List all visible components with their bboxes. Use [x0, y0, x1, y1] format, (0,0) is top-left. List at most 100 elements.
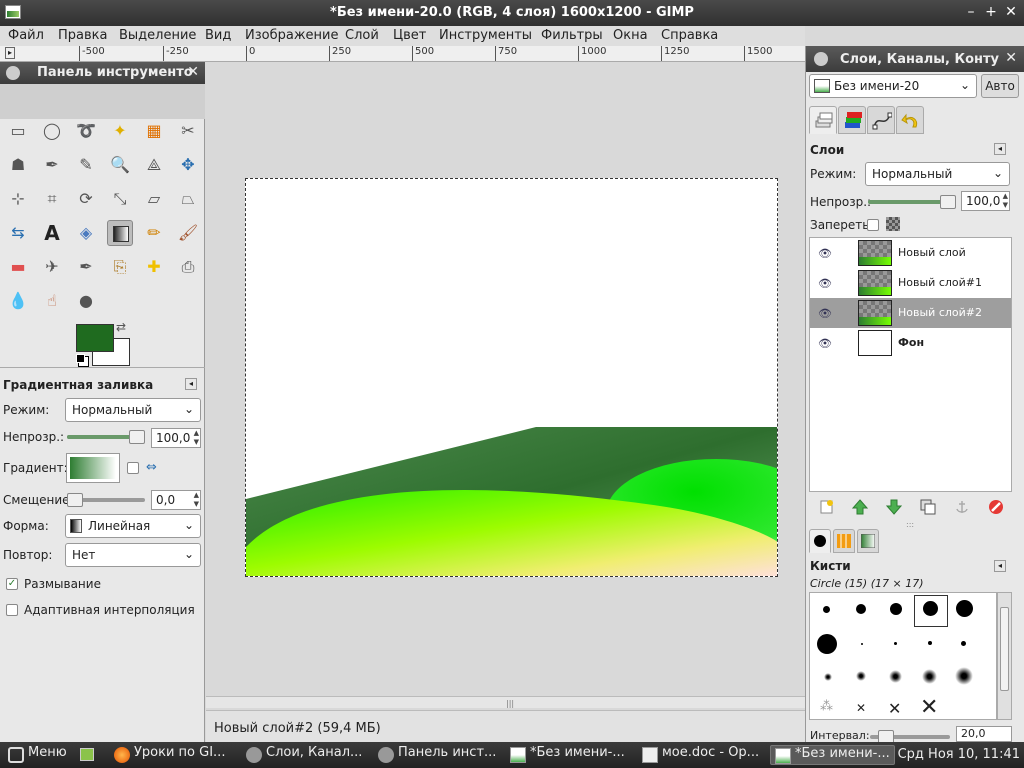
- tool-crop[interactable]: ⌗: [39, 186, 65, 212]
- menu-help[interactable]: Справка: [661, 28, 718, 43]
- spin-arrows-icon[interactable]: ▲ ▼: [1003, 192, 1008, 210]
- spin-arrows-icon[interactable]: ▲ ▼: [194, 491, 199, 509]
- shape-combo[interactable]: Линейная ⌄: [65, 514, 201, 538]
- tool-bucket-fill[interactable]: ◈: [73, 220, 99, 246]
- layer-opacity-spin[interactable]: 100,0 ▲ ▼: [961, 191, 1010, 211]
- tool-scale[interactable]: ⤡: [107, 186, 133, 212]
- swap-colors-icon[interactable]: ⇄: [116, 320, 126, 334]
- tab-channels[interactable]: [838, 106, 866, 134]
- maximize-button[interactable]: +: [982, 3, 1000, 21]
- lock-alpha-checkbox[interactable]: [867, 219, 879, 231]
- tool-blur[interactable]: 💧: [5, 288, 31, 314]
- tool-pencil[interactable]: ✏: [141, 220, 167, 246]
- task-item[interactable]: Уроки по GI...: [110, 745, 235, 765]
- menu-tools[interactable]: Инструменты: [439, 28, 532, 43]
- pane-resize-grip-icon[interactable]: :::: [906, 520, 914, 529]
- brush-item[interactable]: [817, 634, 837, 654]
- tool-paths[interactable]: ✒: [39, 152, 65, 178]
- brush-cross-icon[interactable]: ✕: [888, 699, 901, 718]
- brush-item[interactable]: [922, 669, 937, 684]
- tool-dodge-burn[interactable]: ●: [73, 288, 99, 314]
- brush-item[interactable]: [923, 601, 938, 616]
- tab-undo[interactable]: [896, 106, 924, 134]
- layer-mode-combo[interactable]: Нормальный ⌄: [865, 162, 1010, 186]
- options-menu-button[interactable]: ◂: [185, 378, 197, 390]
- brush-item[interactable]: [894, 642, 897, 645]
- layer-row[interactable]: 👁 Новый слой: [810, 238, 1011, 268]
- tool-flip[interactable]: ⇆: [5, 220, 31, 246]
- close-button[interactable]: ✕: [1002, 3, 1020, 21]
- layers-menu-button[interactable]: ◂: [994, 143, 1006, 155]
- brush-item[interactable]: [955, 667, 973, 685]
- opacity-spin[interactable]: 100,0 ▲ ▼: [151, 428, 201, 448]
- brush-cross-icon[interactable]: ✕: [920, 695, 938, 719]
- tab-patterns[interactable]: [833, 529, 855, 553]
- tool-foreground-select[interactable]: ☗: [5, 152, 31, 178]
- toolbox-close-button[interactable]: ✕: [187, 64, 199, 80]
- brush-item[interactable]: [856, 671, 866, 681]
- brush-splatter-icon[interactable]: ⁂: [820, 699, 833, 714]
- delete-layer-button[interactable]: [985, 496, 1007, 518]
- task-item[interactable]: Панель инст...: [374, 745, 499, 765]
- tool-move[interactable]: ✥: [175, 152, 201, 178]
- tool-perspective-clone[interactable]: ⎙: [175, 254, 201, 280]
- layer-row[interactable]: 👁 Новый слой#2: [810, 298, 1011, 328]
- visibility-eye-icon[interactable]: 👁: [818, 247, 832, 260]
- task-item-active[interactable]: *Без имени-...: [770, 745, 895, 765]
- visibility-eye-icon[interactable]: 👁: [818, 337, 832, 350]
- opacity-slider[interactable]: [67, 430, 145, 444]
- show-desktop-icon[interactable]: [80, 748, 94, 761]
- mode-combo[interactable]: Нормальный ⌄: [65, 398, 201, 422]
- new-layer-button[interactable]: [816, 496, 838, 518]
- tab-layers[interactable]: [809, 106, 837, 134]
- tool-measure[interactable]: ⟁: [141, 152, 167, 178]
- taskbar-menu-button[interactable]: Меню: [4, 745, 94, 765]
- tool-free-select[interactable]: ➰: [73, 118, 99, 144]
- task-item[interactable]: *Без имени-...: [506, 745, 631, 765]
- reverse-gradient-icon[interactable]: ⇔: [146, 460, 157, 475]
- quick-mask-toggle-icon[interactable]: ▸: [5, 47, 15, 59]
- minimize-button[interactable]: –: [962, 3, 980, 21]
- layer-row[interactable]: 👁 Новый слой#1: [810, 268, 1011, 298]
- horizontal-ruler[interactable]: ▸ -500 -250 0 250 500 750 1000 1250 1500: [0, 46, 805, 62]
- slider-knob[interactable]: [940, 195, 956, 209]
- offset-spin[interactable]: 0,0 ▲ ▼: [151, 490, 201, 510]
- menu-image[interactable]: Изображение: [245, 28, 338, 43]
- tool-align[interactable]: ⊹: [5, 186, 31, 212]
- brush-item[interactable]: [824, 673, 832, 681]
- dither-checkbox[interactable]: ✓: [6, 578, 18, 590]
- menu-select[interactable]: Выделение: [119, 28, 196, 43]
- scrollbar-grip-icon[interactable]: |||: [506, 699, 516, 708]
- brushes-menu-button[interactable]: ◂: [994, 560, 1006, 572]
- brush-item[interactable]: [856, 604, 866, 614]
- tool-shear[interactable]: ▱: [141, 186, 167, 212]
- auto-button[interactable]: Авто: [981, 74, 1019, 98]
- adaptive-checkbox[interactable]: [6, 604, 18, 616]
- tool-blend[interactable]: [107, 220, 133, 246]
- slider-knob[interactable]: [129, 430, 145, 444]
- spacing-spin[interactable]: 20,0: [956, 726, 1012, 742]
- brush-grid[interactable]: ⁂ ✕ ✕ ✕: [809, 592, 997, 720]
- tool-zoom[interactable]: 🔍: [107, 152, 133, 178]
- tool-fuzzy-select[interactable]: ✦: [107, 118, 133, 144]
- tool-text[interactable]: A: [39, 220, 65, 246]
- gradient-preview[interactable]: [66, 453, 120, 483]
- layer-opacity-slider[interactable]: [868, 195, 956, 209]
- brush-item[interactable]: [961, 641, 966, 646]
- menu-view[interactable]: Вид: [205, 28, 231, 43]
- slider-knob[interactable]: [67, 493, 83, 507]
- default-colors-icon[interactable]: [76, 354, 85, 363]
- brush-item[interactable]: [928, 641, 932, 645]
- foreground-color[interactable]: [76, 324, 114, 352]
- tool-heal[interactable]: ✚: [141, 254, 167, 280]
- duplicate-layer-button[interactable]: [917, 496, 939, 518]
- tool-ellipse-select[interactable]: ◯: [39, 118, 65, 144]
- scroll-thumb[interactable]: [1000, 607, 1009, 691]
- menu-windows[interactable]: Окна: [613, 28, 648, 43]
- tool-clone[interactable]: ⎘: [107, 254, 133, 280]
- menu-filters[interactable]: Фильтры: [541, 28, 603, 43]
- tool-rotate[interactable]: ⟳: [73, 186, 99, 212]
- tool-rect-select[interactable]: ▭: [5, 118, 31, 144]
- visibility-eye-icon[interactable]: 👁: [818, 277, 832, 290]
- lower-layer-button[interactable]: [883, 496, 905, 518]
